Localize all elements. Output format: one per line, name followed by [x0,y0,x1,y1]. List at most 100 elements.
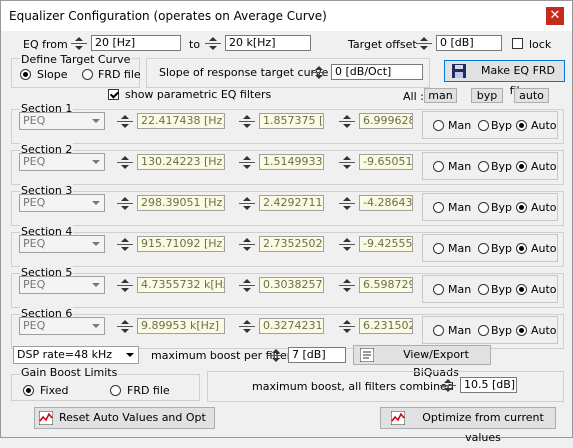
section-gain-spinner[interactable] [337,278,357,294]
section-freq-spinner[interactable] [115,196,135,212]
all-byp-button[interactable]: byp [471,88,503,103]
section-mode-auto-label: Auto [531,119,557,132]
section-mode-auto-radio[interactable] [516,243,527,254]
section-type-select[interactable]: PEQ [19,235,105,253]
section-q-field[interactable]: 1.857375 [Q [259,113,324,129]
lock-checkbox[interactable] [512,38,523,49]
lock-label: lock [529,38,552,51]
section-q-field[interactable]: 1.5149933 [ [259,154,324,170]
view-export-biquads-button[interactable]: View/Export BiQuads [353,345,491,379]
section-gain-spinner[interactable] [337,237,357,253]
section-freq-field[interactable]: 4.7355732 k[Hz] [137,277,225,293]
section-mode-auto-radio[interactable] [516,202,527,213]
section-freq-field[interactable]: 9.89953 k[Hz] [137,318,225,334]
section-mode-byp-radio[interactable] [478,284,489,295]
section-freq-field[interactable]: 298.39051 [Hz] [137,195,225,211]
fixed-radio[interactable] [23,385,34,396]
section-type-select[interactable]: PEQ [19,153,105,171]
section-mode-byp-label: Byp [491,242,513,255]
section-q-field[interactable]: 2.4292711 [ [259,195,324,211]
target-offset-input[interactable]: 0 [dB] [436,35,502,51]
slope-input[interactable]: 0 [dB/Oct] [331,64,423,80]
section-freq-spinner[interactable] [115,155,135,171]
section-mode-auto-radio[interactable] [516,284,527,295]
section-gain-spinner[interactable] [337,155,357,171]
eq-to-spinner[interactable] [203,36,223,52]
eq-from-spinner[interactable] [69,36,89,52]
section-gain-spinner[interactable] [337,319,357,335]
section-mode-man-radio[interactable] [433,202,444,213]
section-mode-byp-label: Byp [491,160,513,173]
section-freq-spinner[interactable] [115,237,135,253]
max-boost-per-filter-spinner[interactable] [266,348,286,364]
close-icon[interactable]: ✕ [546,7,564,25]
section-q-field[interactable]: 0.30382575 [259,277,324,293]
section-gain-spinner[interactable] [337,196,357,212]
section-freq-spinner[interactable] [115,278,135,294]
section-freq-spinner[interactable] [115,319,135,335]
slope-spinner[interactable] [309,65,329,81]
section-gain-field[interactable]: -4.2864348 [359,195,413,211]
dsp-rate-select[interactable]: DSP rate=48 kHz [13,346,139,364]
all-auto-button[interactable]: auto [514,88,549,103]
gain-frd-file-radio-label: FRD file [127,384,170,397]
show-filters-checkbox[interactable] [108,89,119,100]
section-freq-spinner[interactable] [115,114,135,130]
section-gain-field[interactable]: -9.650518 [359,154,413,170]
target-curve-group-label: Define Target Curve [20,53,132,66]
section-type-select[interactable]: PEQ [19,317,105,335]
frd-file-radio[interactable] [82,69,93,80]
section-type-select[interactable]: PEQ [19,276,105,294]
dsp-rate-value: DSP rate=48 kHz [17,348,113,361]
section-mode-auto-radio[interactable] [516,120,527,131]
section-q-spinner[interactable] [237,319,257,335]
section-mode-man-radio[interactable] [433,120,444,131]
eq-from-input[interactable]: 20 [Hz] [91,35,181,51]
section-mode-byp-label: Byp [491,324,513,337]
max-boost-per-filter-input[interactable]: 7 [dB] [288,347,346,363]
section-type-value: PEQ [23,278,46,291]
max-boost-combined-spinner[interactable] [438,378,458,394]
section-mode-auto-radio[interactable] [516,325,527,336]
section-q-spinner[interactable] [237,114,257,130]
section-q-spinner[interactable] [237,196,257,212]
max-boost-combined-input[interactable]: 10.5 [dB] [460,377,517,393]
section-mode-auto-label: Auto [531,324,557,337]
section-mode-man-radio[interactable] [433,161,444,172]
section-freq-field[interactable]: 130.24223 [Hz] [137,154,225,170]
section-q-spinner[interactable] [237,237,257,253]
section-mode-byp-radio[interactable] [478,161,489,172]
section-mode-man-radio[interactable] [433,325,444,336]
section-mode-man-radio[interactable] [433,243,444,254]
section-mode-auto-label: Auto [531,242,557,255]
slope-radio[interactable] [20,69,31,80]
section-mode-byp-radio[interactable] [478,202,489,213]
section-mode-byp-radio[interactable] [478,325,489,336]
section-q-field[interactable]: 0.32742317 [259,318,324,334]
gain-frd-file-radio[interactable] [110,385,121,396]
section-q-field[interactable]: 2.7352502 [( [259,236,324,252]
target-offset-spinner[interactable] [414,36,434,52]
make-eq-frd-button[interactable]: Make EQ FRD file [444,60,565,97]
section-freq-field[interactable]: 915.71092 [Hz] [137,236,225,252]
all-man-button[interactable]: man [424,88,457,103]
section-type-select[interactable]: PEQ [19,194,105,212]
section-mode-man-radio[interactable] [433,284,444,295]
section-mode-byp-radio[interactable] [478,243,489,254]
section-mode-byp-radio[interactable] [478,120,489,131]
section-gain-spinner[interactable] [337,114,357,130]
section-q-spinner[interactable] [237,278,257,294]
section-gain-field[interactable]: 6.9996285 [359,113,413,129]
eq-to-input[interactable]: 20 k[Hz] [225,35,311,51]
section-mode-auto-radio[interactable] [516,161,527,172]
section-freq-field[interactable]: 22.417438 [Hz] [137,113,225,129]
section-gain-field[interactable]: 6.2315023 [359,318,413,334]
section-gain-field[interactable]: 6.5987293 [359,277,413,293]
optimize-button[interactable]: Optimize from current values [380,407,556,444]
section-gain-field[interactable]: -9.4255507 [359,236,413,252]
slope-radio-label: Slope [37,68,68,81]
section-q-spinner[interactable] [237,155,257,171]
reset-auto-values-button[interactable]: Reset Auto Values and Opt [34,407,215,429]
section-type-select[interactable]: PEQ [19,112,105,130]
slope-label: Slope of response target curve [159,66,329,79]
